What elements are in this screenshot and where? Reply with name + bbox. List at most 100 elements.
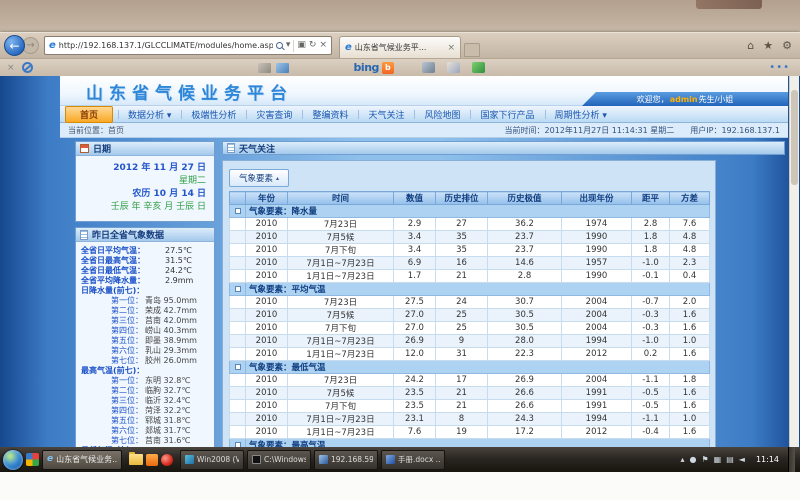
nav-item-home[interactable]: 首页 — [65, 106, 113, 123]
addon-card-icon-2[interactable] — [276, 63, 289, 73]
nav-item-disaster-query[interactable]: 灾害查询 — [246, 107, 302, 122]
weekday: 星期二 — [84, 175, 206, 188]
settings-gear-icon[interactable]: ⚙ — [782, 39, 792, 52]
addon-camera-icon[interactable] — [422, 62, 435, 73]
table-row[interactable]: 20107月1日~7月23日6.91614.61957-1.02.3 — [230, 257, 710, 270]
table-row[interactable]: 20107月5候3.43523.719901.84.8 — [230, 231, 710, 244]
table-row[interactable]: 20107月23日24.21726.92004-1.11.8 — [230, 374, 710, 387]
browser-scrollbar[interactable] — [789, 76, 799, 473]
quicklaunch-app-icon[interactable] — [146, 454, 158, 466]
cell: 2012 — [562, 348, 632, 361]
taskbar-window-1[interactable]: Win2008 (V52... — [180, 450, 244, 470]
cell: 0.2 — [632, 348, 670, 361]
addon-card-icon[interactable] — [258, 63, 271, 73]
stat-label: 全省日最高气温： — [81, 256, 165, 266]
show-hidden-icons-icon[interactable]: ▴ — [680, 455, 684, 464]
nav-item-national-products[interactable]: 国家下行产品 — [470, 107, 544, 122]
taskbar-window-2[interactable]: C:\Windows\sy... — [247, 450, 311, 470]
bing-logo[interactable]: bing — [354, 61, 379, 74]
element-filter-button[interactable]: 气象要素 ▴ — [229, 169, 289, 187]
nav-item-weather-focus[interactable]: 天气关注 — [358, 107, 414, 122]
table-row[interactable]: 20107月下旬3.43523.719901.84.8 — [230, 244, 710, 257]
table-row[interactable]: 20107月1日~7月23日23.1824.31994-1.11.0 — [230, 413, 710, 426]
addon-plugin-icon[interactable] — [472, 62, 485, 73]
cell: 22.3 — [488, 348, 562, 361]
table-row[interactable]: 20101月1日~7月23日12.03122.320120.21.6 — [230, 348, 710, 361]
table-row[interactable]: 20101月1日~7月23日7.61917.22012-0.41.6 — [230, 426, 710, 439]
table-row[interactable]: 20107月5候23.52126.61991-0.51.6 — [230, 387, 710, 400]
refresh-icon[interactable]: ↻ — [309, 41, 317, 50]
table-row[interactable]: 20107月23日27.52430.72004-0.72.0 — [230, 296, 710, 309]
pinned-app-icon[interactable] — [26, 453, 39, 466]
table-section-row[interactable]: 气象要素：降水量 — [230, 205, 710, 218]
cell: 35 — [436, 244, 488, 257]
rank-item: 第三位：莒南 42.0mm — [81, 316, 211, 326]
gregorian-date: 2012 年 11 月 27 日 — [84, 162, 206, 175]
search-icon[interactable] — [276, 42, 283, 49]
cell: 17 — [436, 374, 488, 387]
address-bar[interactable]: e http://192.168.137.1/GLCCLIMATE/module… — [44, 36, 332, 55]
nav-item-periodic-analysis[interactable]: 周期性分析 ▾ — [545, 107, 617, 122]
cell: 1957 — [562, 257, 632, 270]
weather-table: 年份时间数值历史排位历史极值出现年份距平方差 气象要素：降水量20107月23日… — [229, 191, 710, 473]
cell: 2004 — [562, 296, 632, 309]
taskbar-window-3[interactable]: 192.168.59.99... — [314, 450, 378, 470]
messenger-icon[interactable]: ● — [690, 455, 697, 464]
action-center-flag-icon[interactable]: ⚑ — [701, 455, 708, 464]
volume-icon[interactable]: ◄ — [739, 455, 745, 464]
tab-close-icon[interactable]: × — [447, 43, 455, 53]
scrollbar-thumb[interactable] — [791, 90, 798, 185]
media-player-icon[interactable] — [161, 454, 173, 466]
browser-tab[interactable]: e 山东省气候业务平... × — [339, 36, 461, 58]
stat-value: 31.5℃ — [165, 256, 192, 266]
new-tab-button[interactable] — [464, 43, 480, 57]
more-addons-icon[interactable]: ••• — [769, 62, 790, 73]
row-check-cell — [230, 426, 246, 439]
system-tray: ▴ ● ⚑ ▦ ▤ ◄ 11:14 — [680, 447, 797, 472]
taskbar-window-4[interactable]: 手册.docx ... — [381, 450, 445, 470]
table-row[interactable]: 20107月下旬23.52126.61991-0.51.6 — [230, 400, 710, 413]
weather-focus-header: 天气关注 — [222, 141, 785, 155]
cell: 1990 — [562, 231, 632, 244]
cell: -1.1 — [632, 374, 670, 387]
checkbox-icon[interactable] — [235, 208, 241, 214]
network-icon[interactable]: ▤ — [726, 455, 734, 464]
table-header: 年份 — [246, 192, 288, 205]
taskbar-active-window[interactable]: e 山东省气候业务... — [42, 450, 122, 470]
tray-clock[interactable]: 11:14 — [756, 455, 779, 464]
rank-label: 第五位： — [81, 336, 143, 346]
search-caret-icon[interactable]: ▾ — [286, 41, 291, 50]
table-section-row[interactable]: 气象要素：平均气温 — [230, 283, 710, 296]
blocked-icon[interactable] — [22, 62, 33, 73]
compatibility-icon[interactable]: ▣ — [297, 41, 306, 50]
nav-item-extreme-analysis[interactable]: 极端性分析 — [181, 107, 246, 122]
rank-label: 第四位： — [81, 326, 143, 336]
addon-close-icon[interactable]: × — [7, 63, 15, 73]
addon-mail-icon[interactable] — [447, 62, 460, 73]
stop-icon[interactable]: × — [319, 41, 327, 50]
checkbox-icon[interactable] — [235, 364, 241, 370]
table-row[interactable]: 20107月下旬27.02530.52004-0.31.6 — [230, 322, 710, 335]
table-row[interactable]: 20107月23日2.92736.219742.87.6 — [230, 218, 710, 231]
back-button[interactable]: ← — [4, 35, 25, 56]
table-section-row[interactable]: 气象要素：最低气温 — [230, 361, 710, 374]
display-icon[interactable]: ▦ — [714, 455, 722, 464]
nav-item-data-analysis[interactable]: 数据分析 ▾ — [118, 107, 181, 122]
table-row[interactable]: 20107月5候27.02530.52004-0.31.6 — [230, 309, 710, 322]
row-check-cell — [230, 270, 246, 283]
favorites-star-icon[interactable]: ★ — [763, 39, 773, 52]
explorer-folder-icon[interactable] — [129, 454, 143, 465]
table-header-row: 年份时间数值历史排位历史极值出现年份距平方差 — [230, 192, 710, 205]
url-text[interactable]: http://192.168.137.1/GLCCLIMATE/modules/… — [59, 41, 273, 50]
bing-badge-icon[interactable]: b — [382, 62, 394, 74]
checkbox-icon[interactable] — [235, 286, 241, 292]
table-row[interactable]: 20101月1日~7月23日1.7212.81990-0.10.4 — [230, 270, 710, 283]
start-button[interactable] — [3, 450, 23, 470]
show-desktop-button[interactable] — [788, 447, 795, 472]
nav-item-risk-map[interactable]: 风险地图 — [414, 107, 470, 122]
nav-item-compiled-data[interactable]: 整编资料 — [302, 107, 358, 122]
table-row[interactable]: 20107月1日~7月23日26.9928.01994-1.01.0 — [230, 335, 710, 348]
cell: 2010 — [246, 387, 288, 400]
home-icon[interactable]: ⌂ — [747, 39, 754, 52]
cell: 8 — [436, 413, 488, 426]
